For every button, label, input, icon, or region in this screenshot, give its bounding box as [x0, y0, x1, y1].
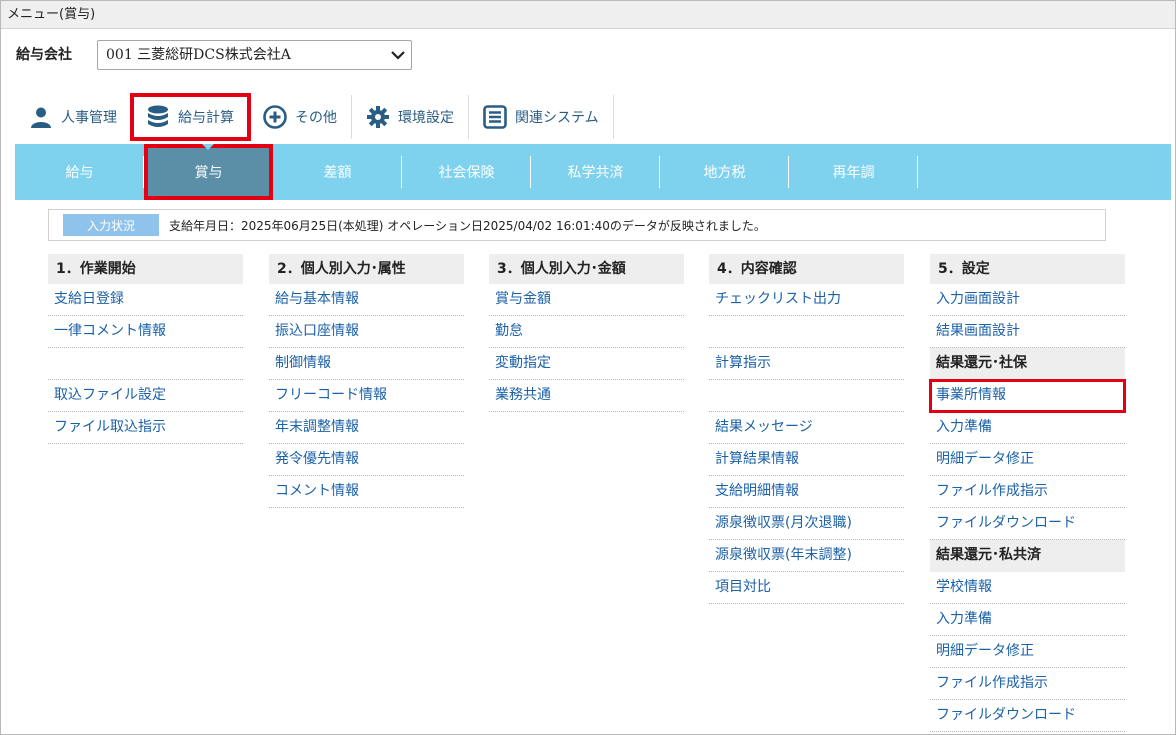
column-heading: 1．作業開始 [48, 254, 243, 284]
status-bar: 入力状況 支給年月日：2025年06月25日(本処理) オペレーション日2025… [48, 209, 1106, 241]
menu-column-2: 2．個人別入力･属性 給与基本情報 振込口座情報 制御情報 フリーコード情報 年… [269, 254, 464, 508]
top-nav-hr[interactable]: 人事管理 [15, 95, 132, 139]
menu-link[interactable]: コメント情報 [269, 476, 464, 508]
menu-link[interactable]: フリーコード情報 [269, 380, 464, 412]
top-nav-other[interactable]: その他 [249, 95, 352, 139]
menu-link[interactable]: ファイル作成指示 [930, 476, 1125, 508]
company-label: 給与会社 [16, 47, 72, 63]
list-icon [483, 105, 507, 129]
menu-link[interactable]: チェックリスト出力 [709, 284, 904, 316]
section-subheading: 結果還元･社保 [930, 348, 1125, 380]
top-nav-related-label: 関連システム [515, 110, 599, 126]
company-select[interactable]: 001 三菱総研DCS株式会社A [97, 40, 412, 70]
menu-link[interactable]: 支給日登録 [48, 284, 243, 316]
menu-link[interactable]: 変動指定 [489, 348, 684, 380]
menu-link[interactable]: 入力準備 [930, 412, 1125, 444]
chevron-down-icon [391, 51, 405, 60]
menu-link[interactable]: ファイル作成指示 [930, 668, 1125, 700]
top-nav-settings[interactable]: 環境設定 [352, 95, 469, 139]
menu-column-3: 3．個人別入力･金額 賞与金額 勤怠 変動指定 業務共通 [489, 254, 684, 412]
menu-link[interactable]: 制御情報 [269, 348, 464, 380]
top-nav: 人事管理 給与計算 その他 環境設定 関連システム [15, 93, 614, 141]
column-heading: 4．内容確認 [709, 254, 904, 284]
menu-link[interactable]: 発令優先情報 [269, 444, 464, 476]
active-notch [202, 144, 214, 150]
menu-link[interactable]: 入力準備 [930, 604, 1125, 636]
menu-link[interactable]: 年末調整情報 [269, 412, 464, 444]
menu-column-1: 1．作業開始 支給日登録 一律コメント情報 取込ファイル設定 ファイル取込指示 [48, 254, 243, 444]
menu-link[interactable]: 源泉徴収票(月次退職) [709, 508, 904, 540]
person-icon [29, 105, 53, 129]
status-badge: 入力状況 [63, 214, 159, 236]
tab-private-school-mutual[interactable]: 私学共済 [531, 144, 660, 200]
tab-salary-label: 給与 [65, 165, 94, 181]
top-nav-other-label: その他 [295, 110, 337, 126]
tab-local-tax[interactable]: 地方税 [660, 144, 789, 200]
divider [917, 156, 918, 188]
sub-nav: 給与 賞与 差額 社会保険 私学共済 地方税 再年調 [15, 144, 1171, 200]
menu-column-5: 5．設定 入力画面設計 結果画面設計 結果還元･社保 事業所情報 入力準備 明細… [929, 254, 1126, 732]
company-select-value: 001 三菱総研DCS株式会社A [106, 47, 291, 63]
section-subheading: 結果還元･私共済 [930, 540, 1125, 572]
tab-social-insurance-label: 社会保険 [438, 165, 495, 181]
menu-link[interactable]: ファイルダウンロード [930, 508, 1125, 540]
empty-cell [709, 380, 904, 412]
menu-link[interactable]: 入力画面設計 [930, 284, 1125, 316]
menu-link[interactable]: 振込口座情報 [269, 316, 464, 348]
menu-link[interactable]: 計算結果情報 [709, 444, 904, 476]
tab-difference[interactable]: 差額 [273, 144, 402, 200]
menu-link[interactable]: 明細データ修正 [930, 636, 1125, 668]
tab-bonus-label: 賞与 [194, 165, 223, 181]
top-nav-hr-label: 人事管理 [61, 110, 117, 126]
tab-re-year-end[interactable]: 再年調 [789, 144, 918, 200]
menu-link[interactable]: 計算指示 [709, 348, 904, 380]
menu-link[interactable]: 支給明細情報 [709, 476, 904, 508]
plus-circle-icon [263, 105, 287, 129]
empty-cell [709, 316, 904, 348]
status-message: 支給年月日：2025年06月25日(本処理) オペレーション日2025/04/0… [169, 218, 766, 233]
menu-link[interactable]: 給与基本情報 [269, 284, 464, 316]
column-heading: 2．個人別入力･属性 [269, 254, 464, 284]
tab-salary[interactable]: 給与 [15, 144, 144, 200]
menu-link[interactable]: 結果画面設計 [930, 316, 1125, 348]
menu-link[interactable]: 項目対比 [709, 572, 904, 604]
menu-link[interactable]: 賞与金額 [489, 284, 684, 316]
tab-bonus[interactable]: 賞与 [144, 144, 273, 200]
menu-link-highlighted[interactable]: 事業所情報 [929, 379, 1126, 413]
menu-link[interactable]: ファイル取込指示 [48, 412, 243, 444]
column-heading: 3．個人別入力･金額 [489, 254, 684, 284]
menu-link[interactable]: 源泉徴収票(年末調整) [709, 540, 904, 572]
tab-local-tax-label: 地方税 [703, 165, 746, 181]
empty-cell [48, 348, 243, 380]
menu-column-4: 4．内容確認 チェックリスト出力 計算指示 結果メッセージ 計算結果情報 支給明… [709, 254, 904, 604]
tab-private-school-mutual-label: 私学共済 [567, 165, 624, 181]
menu-link[interactable]: 業務共通 [489, 380, 684, 412]
menu-link[interactable]: ファイルダウンロード [930, 700, 1125, 732]
tab-social-insurance[interactable]: 社会保険 [402, 144, 531, 200]
menu-link[interactable]: 一律コメント情報 [48, 316, 243, 348]
top-nav-related[interactable]: 関連システム [469, 95, 614, 139]
tab-difference-label: 差額 [323, 165, 352, 181]
menu-link[interactable]: 明細データ修正 [930, 444, 1125, 476]
database-icon [146, 105, 170, 129]
top-nav-payroll-label: 給与計算 [178, 110, 234, 126]
menu-link[interactable]: 学校情報 [930, 572, 1125, 604]
column-heading: 5．設定 [930, 254, 1125, 284]
top-nav-settings-label: 環境設定 [398, 110, 454, 126]
menu-link[interactable]: 取込ファイル設定 [48, 380, 243, 412]
window-title: メニュー(賞与) [1, 1, 1175, 29]
menu-link[interactable]: 結果メッセージ [709, 412, 904, 444]
top-nav-payroll[interactable]: 給与計算 [130, 93, 251, 141]
gear-icon [366, 105, 390, 129]
menu-link[interactable]: 勤怠 [489, 316, 684, 348]
tab-re-year-end-label: 再年調 [832, 165, 875, 181]
